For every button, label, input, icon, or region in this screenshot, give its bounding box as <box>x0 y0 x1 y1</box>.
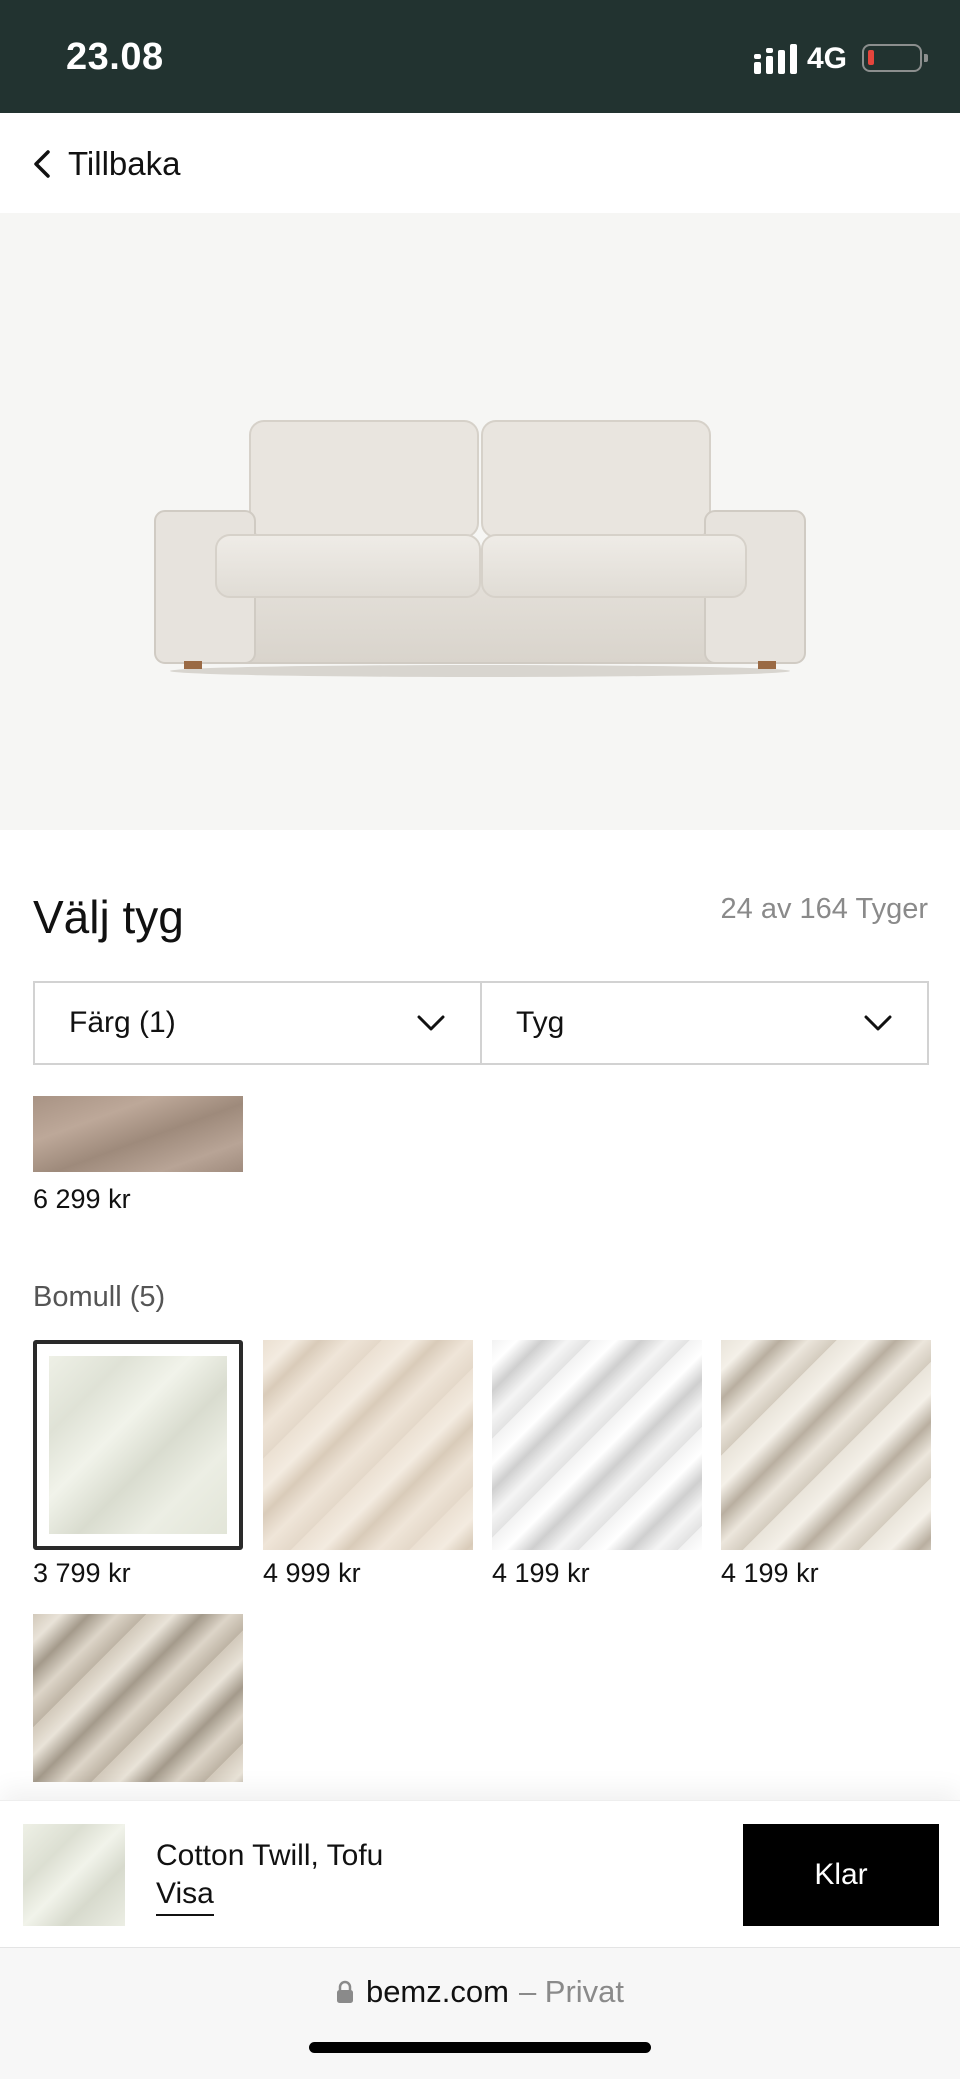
color-filter-label: Färg (1) <box>69 1006 176 1039</box>
done-button[interactable]: Klar <box>743 1824 939 1926</box>
fabric-swatch[interactable] <box>33 1614 243 1782</box>
signal-icon <box>754 44 797 74</box>
top-nav: Tillbaka <box>0 113 960 213</box>
chevron-left-icon <box>34 150 50 178</box>
home-indicator[interactable] <box>309 2042 651 2053</box>
chevron-down-icon <box>864 1015 892 1031</box>
product-image <box>0 213 960 830</box>
selected-fabric-thumbnail <box>23 1824 125 1926</box>
selected-fabric-name: Cotton Twill, Tofu <box>156 1839 384 1872</box>
browser-url-bar[interactable]: bemz.com – Privat <box>0 1947 960 2079</box>
url-domain: bemz.com <box>365 1974 509 2009</box>
swatch-price: 4 199 kr <box>721 1558 819 1588</box>
sofa-illustration <box>154 420 806 677</box>
fabric-swatch[interactable] <box>492 1340 702 1550</box>
fabric-swatch[interactable] <box>263 1340 473 1550</box>
swatch-price: 4 999 kr <box>263 1558 361 1588</box>
back-label: Tillbaka <box>68 145 181 182</box>
network-type: 4G <box>807 42 848 75</box>
color-filter-dropdown[interactable]: Färg (1) <box>35 983 480 1063</box>
selection-bar: Cotton Twill, Tofu Visa Klar <box>0 1800 960 1947</box>
fabric-filter-label: Tyg <box>516 1006 565 1039</box>
back-button[interactable]: Tillbaka <box>30 141 181 187</box>
fabric-swatch-selected[interactable] <box>33 1340 243 1550</box>
fabric-filter-dropdown[interactable]: Tyg <box>480 983 927 1063</box>
chevron-down-icon <box>417 1015 445 1031</box>
fabric-group-title: Bomull (5) <box>33 1281 166 1313</box>
status-time: 23.08 <box>66 36 164 78</box>
page-title: Välj tyg <box>33 891 184 943</box>
battery-icon <box>862 44 928 72</box>
fabric-swatch[interactable] <box>721 1340 931 1550</box>
swatch-price: 6 299 kr <box>33 1184 131 1214</box>
fabric-count: 24 av 164 Tyger <box>720 893 928 925</box>
fabric-swatch[interactable] <box>33 1096 243 1172</box>
swatch-price: 3 799 kr <box>33 1558 131 1588</box>
swatch-price: 4 199 kr <box>492 1558 590 1588</box>
filter-bar: Färg (1) Tyg <box>33 981 929 1065</box>
show-fabric-link[interactable]: Visa <box>156 1877 214 1916</box>
lock-icon <box>336 1980 353 2003</box>
browsing-mode: – Privat <box>518 1974 625 2009</box>
status-bar: 23.08 4G <box>0 0 960 113</box>
